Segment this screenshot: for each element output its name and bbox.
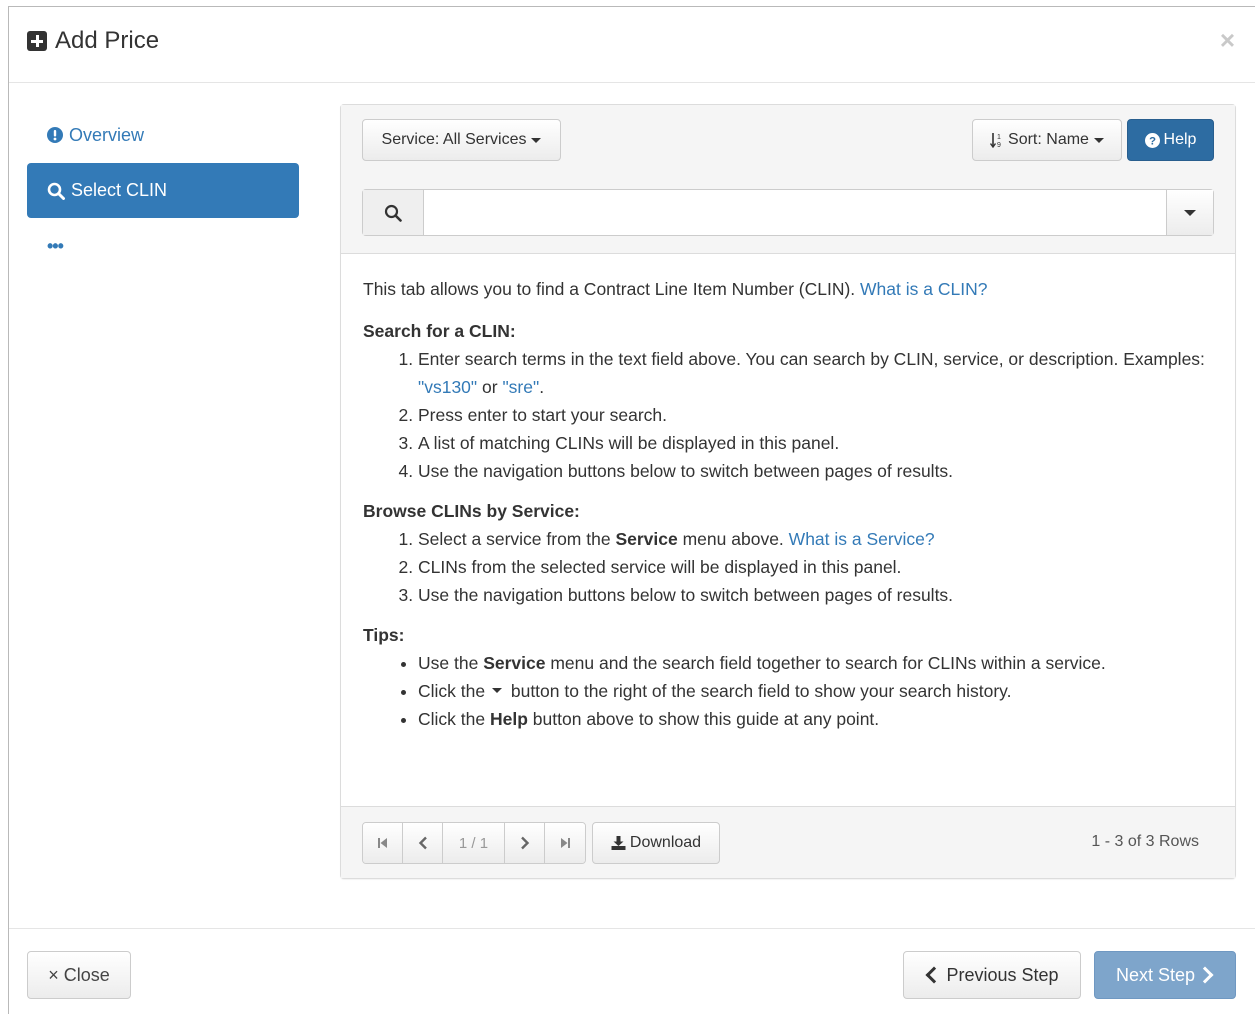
list-item: Select a service from the Service menu a… <box>418 525 1223 553</box>
modal-footer: × Close Previous Step Next Step <box>9 928 1255 1015</box>
step-text: menu above. <box>682 529 784 549</box>
step-text: or <box>482 377 498 397</box>
sort-alpha-icon: 19 <box>990 132 1004 148</box>
help-guide: This tab allows you to find a Contract L… <box>363 275 1223 745</box>
sidebar-item-select-clin[interactable]: Select CLIN <box>27 163 299 218</box>
browse-steps-list: Select a service from the Service menu a… <box>363 525 1223 609</box>
first-page-button[interactable] <box>363 823 403 863</box>
list-item: Click the Help button above to show this… <box>418 705 1223 733</box>
pagination: 1 / 1 <box>362 822 586 864</box>
caret-down-icon <box>1093 137 1104 143</box>
help-button-label: Help <box>1163 131 1197 148</box>
chevron-right-icon <box>1196 966 1214 984</box>
caret-down-icon <box>531 137 542 143</box>
sidebar-more-ellipsis[interactable]: ••• <box>27 236 299 256</box>
previous-page-button[interactable] <box>403 823 443 863</box>
chevron-left-icon <box>925 966 943 984</box>
list-item: Enter search terms in the text field abo… <box>418 345 1223 401</box>
download-icon <box>611 836 626 850</box>
step-forward-icon <box>559 837 571 849</box>
search-group <box>362 189 1214 236</box>
exclamation-circle-icon <box>47 127 63 143</box>
search-icon <box>47 182 65 200</box>
list-item: CLINs from the selected service will be … <box>418 553 1223 581</box>
sidebar-item-overview[interactable]: Overview <box>27 107 299 163</box>
modal-title: Add Price <box>27 27 159 55</box>
page-indicator: 1 / 1 <box>443 823 505 863</box>
modal-title-text: Add Price <box>55 27 160 54</box>
step-text: Select a service from the <box>418 529 611 549</box>
panel-toolbar: Service: All Services 19 Sort: Name ? He… <box>341 105 1235 254</box>
search-icon <box>384 204 402 222</box>
previous-step-label: Previous Step <box>946 964 1059 985</box>
list-item: A list of matching CLINs will be display… <box>418 429 1223 457</box>
clin-panel: Service: All Services 19 Sort: Name ? He… <box>340 104 1236 879</box>
service-dropdown-label: Service: All Services <box>381 131 527 148</box>
sort-dropdown-label: Sort: Name <box>1008 131 1089 148</box>
tip-text: Use the <box>418 653 479 673</box>
what-is-service-link[interactable]: What is a Service? <box>789 529 935 549</box>
help-button[interactable]: ? Help <box>1127 119 1214 161</box>
help-intro-text: This tab allows you to find a Contract L… <box>363 279 856 299</box>
search-heading: Search for a CLIN: <box>363 321 516 341</box>
browse-heading: Browse CLINs by Service: <box>363 501 580 521</box>
question-circle-icon: ? <box>1144 132 1160 148</box>
close-button[interactable]: × Close <box>27 951 131 999</box>
next-step-button[interactable]: Next Step <box>1094 951 1236 999</box>
tips-list: Use the Service menu and the search fiel… <box>363 649 1223 733</box>
step-backward-icon <box>377 837 389 849</box>
panel-footer: 1 / 1 Download 1 - 3 of 3 Rows <box>341 806 1235 878</box>
caret-down-icon <box>1184 209 1196 216</box>
tip-text: menu and the search field together to se… <box>550 653 1106 673</box>
previous-step-button[interactable]: Previous Step <box>903 951 1081 999</box>
download-button[interactable]: Download <box>592 822 720 864</box>
add-price-modal: Add Price × Overview Select CLIN ••• Ser… <box>8 6 1255 1014</box>
download-button-label: Download <box>629 834 702 851</box>
tip-bold-text: Service <box>483 653 546 673</box>
close-x-button[interactable]: × <box>1220 25 1235 56</box>
last-page-button[interactable] <box>545 823 585 863</box>
tips-heading: Tips: <box>363 625 405 645</box>
tip-text: Click the <box>418 709 486 729</box>
tip-bold-text: Help <box>489 709 528 729</box>
next-step-label: Next Step <box>1115 964 1196 985</box>
tip-text: Click the <box>418 681 486 701</box>
svg-text:9: 9 <box>997 142 1001 148</box>
modal-header: Add Price × <box>9 7 1255 83</box>
wizard-sidebar: Overview Select CLIN ••• <box>27 107 299 256</box>
sidebar-item-label: Overview <box>69 124 145 145</box>
next-page-button[interactable] <box>505 823 545 863</box>
what-is-clin-link[interactable]: What is a CLIN? <box>860 279 987 299</box>
service-dropdown-button[interactable]: Service: All Services <box>362 119 561 161</box>
example-vs130-link[interactable]: "vs130" <box>418 377 477 397</box>
chevron-left-icon <box>418 836 428 850</box>
plus-square-icon <box>27 31 47 51</box>
tip-text: button above to show this guide at any p… <box>532 709 880 729</box>
step-text: . <box>539 377 545 397</box>
step-text: Enter search terms in the text field abo… <box>418 349 1205 369</box>
help-intro: This tab allows you to find a Contract L… <box>363 275 1223 303</box>
caret-down-icon <box>491 688 502 694</box>
sort-dropdown-button[interactable]: 19 Sort: Name <box>972 119 1122 161</box>
search-addon-button[interactable] <box>363 190 424 235</box>
svg-text:?: ? <box>1149 135 1156 147</box>
list-item: Click the button to the right of the sea… <box>418 677 1223 705</box>
list-item: Use the navigation buttons below to swit… <box>418 457 1223 485</box>
search-steps-list: Enter search terms in the text field abo… <box>363 345 1223 485</box>
search-history-dropdown-button[interactable] <box>1166 190 1213 235</box>
svg-text:1: 1 <box>997 134 1001 141</box>
rows-count: 1 - 3 of 3 Rows <box>1091 833 1199 850</box>
step-bold-text: Service <box>615 529 678 549</box>
tip-text: button to the right of the search field … <box>510 681 1012 701</box>
list-item: Use the navigation buttons below to swit… <box>418 581 1223 609</box>
search-input[interactable] <box>424 190 1166 235</box>
chevron-right-icon <box>520 836 530 850</box>
example-sre-link[interactable]: "sre" <box>502 377 539 397</box>
sidebar-item-label: Select CLIN <box>71 180 168 200</box>
list-item: Press enter to start your search. <box>418 401 1223 429</box>
list-item: Use the Service menu and the search fiel… <box>418 649 1223 677</box>
